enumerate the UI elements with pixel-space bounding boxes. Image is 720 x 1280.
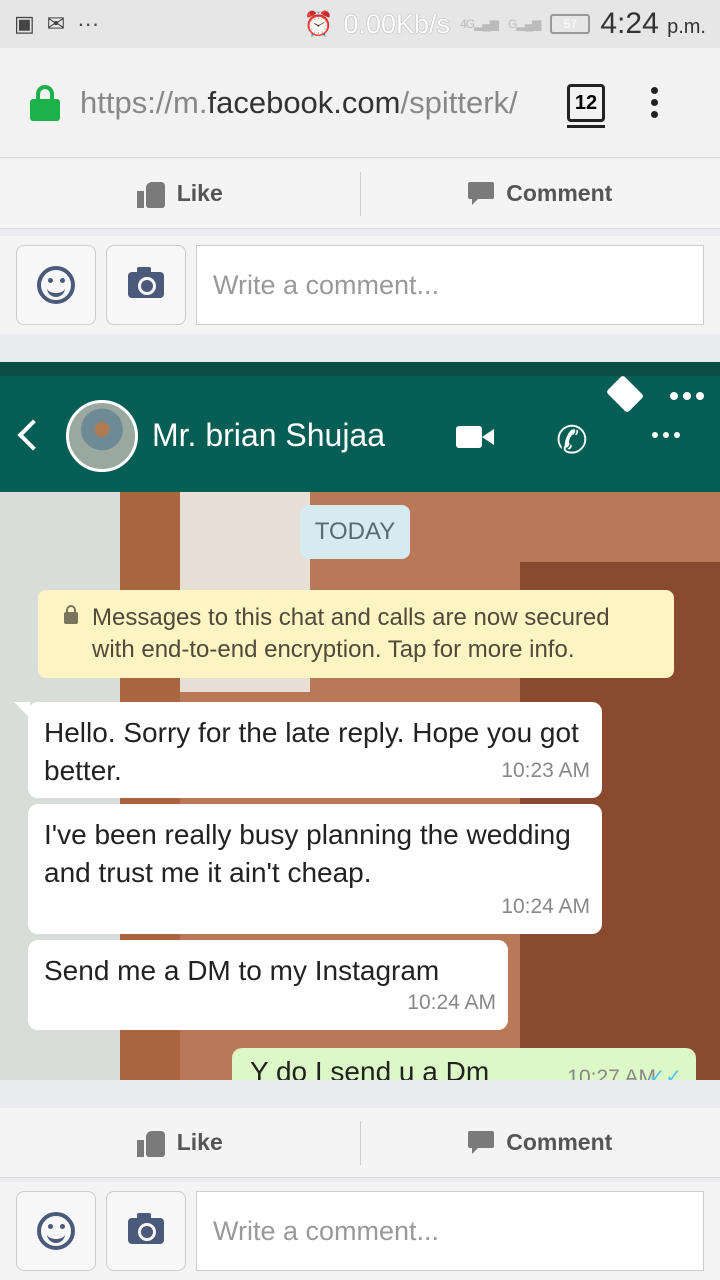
gallery-icon: ▣ xyxy=(14,11,35,36)
smiley-icon xyxy=(37,266,75,304)
smiley-icon xyxy=(37,1212,75,1250)
browser-toolbar: https://m.facebook.com/spitterk/ 12 xyxy=(0,48,720,158)
photo-button[interactable] xyxy=(106,245,186,325)
comment-button[interactable]: Comment xyxy=(361,1108,720,1177)
notification-icons: ▣ ✉ ··· xyxy=(14,11,99,37)
comment-icon xyxy=(468,181,495,206)
back-arrow-icon xyxy=(17,419,49,451)
tag-photo-icon[interactable] xyxy=(605,374,645,414)
camera-icon xyxy=(128,267,164,298)
thumbs-up-icon xyxy=(136,180,165,208)
comment-composer-top: Write a comment... xyxy=(0,236,720,334)
signal-icon-2: G▂▄▆ xyxy=(508,17,541,31)
sticker-button[interactable] xyxy=(16,245,96,325)
camera-icon xyxy=(128,1213,164,1244)
like-button[interactable]: Like xyxy=(0,1108,360,1177)
signal-icon: 4G▂▄▆ xyxy=(460,17,499,31)
incoming-message: Send me a DM to my Instagram 10:24 AM xyxy=(28,940,508,1030)
comment-label: Comment xyxy=(506,180,613,206)
encryption-notice: Messages to this chat and calls are now … xyxy=(38,590,674,678)
clock: 4:24 p.m. xyxy=(600,7,706,40)
whatsapp-menu-icon xyxy=(652,432,680,438)
photo-options-icon[interactable] xyxy=(670,392,704,400)
contact-name: Mr. brian Shujaa xyxy=(152,417,386,453)
read-ticks-icon: ✓✓ xyxy=(648,1066,682,1080)
battery-icon: 57 xyxy=(550,14,591,34)
url-field[interactable]: https://m.facebook.com/spitterk/ xyxy=(80,85,545,121)
like-label: Like xyxy=(176,1129,223,1155)
like-label: Like xyxy=(176,180,223,206)
sticker-button[interactable] xyxy=(16,1191,96,1271)
avatar xyxy=(66,400,138,472)
alarm-icon: ⏰ xyxy=(303,10,334,38)
photo-button[interactable] xyxy=(106,1191,186,1271)
outgoing-message: Y do I send u a Dm 10:27 AM ✓✓ xyxy=(232,1048,696,1080)
tab-switcher-button[interactable]: 12 xyxy=(567,83,605,128)
post-action-bar-top: Like Comment xyxy=(0,159,720,229)
network-speed: 0.00Kb/s xyxy=(343,8,451,39)
phone-icon: ✆ xyxy=(556,420,588,462)
lock-icon[interactable] xyxy=(30,84,60,121)
browser-menu-icon[interactable] xyxy=(651,87,658,118)
more-notifications-icon: ··· xyxy=(77,11,100,36)
status-bar: ▣ ✉ ··· ⏰ 0.00Kb/s 4G▂▄▆ G▂▄▆ 57 4:24 p.… xyxy=(0,0,720,48)
comment-icon xyxy=(468,1130,495,1155)
incoming-message: I've been really busy planning the weddi… xyxy=(28,804,602,934)
padlock-icon xyxy=(64,605,78,624)
comment-button[interactable]: Comment xyxy=(361,159,720,228)
comment-label: Comment xyxy=(506,1129,613,1155)
comment-composer-bottom: Write a comment... xyxy=(0,1182,720,1280)
comment-input[interactable]: Write a comment... xyxy=(196,245,704,325)
like-button[interactable]: Like xyxy=(0,159,360,228)
incoming-message: Hello. Sorry for the late reply. Hope yo… xyxy=(14,702,602,798)
whatsapp-header: Mr. brian Shujaa ✆ xyxy=(0,362,720,492)
date-chip: TODAY xyxy=(300,505,410,559)
post-action-bar-bottom: Like Comment xyxy=(0,1108,720,1178)
thumbs-up-icon xyxy=(136,1129,165,1157)
post-image-whatsapp-screenshot[interactable]: Mr. brian Shujaa ✆ TODAY Messages to thi… xyxy=(0,362,720,1080)
gmail-icon: ✉ xyxy=(46,11,66,36)
comment-input[interactable]: Write a comment... xyxy=(196,1191,704,1271)
video-call-icon xyxy=(456,426,494,448)
